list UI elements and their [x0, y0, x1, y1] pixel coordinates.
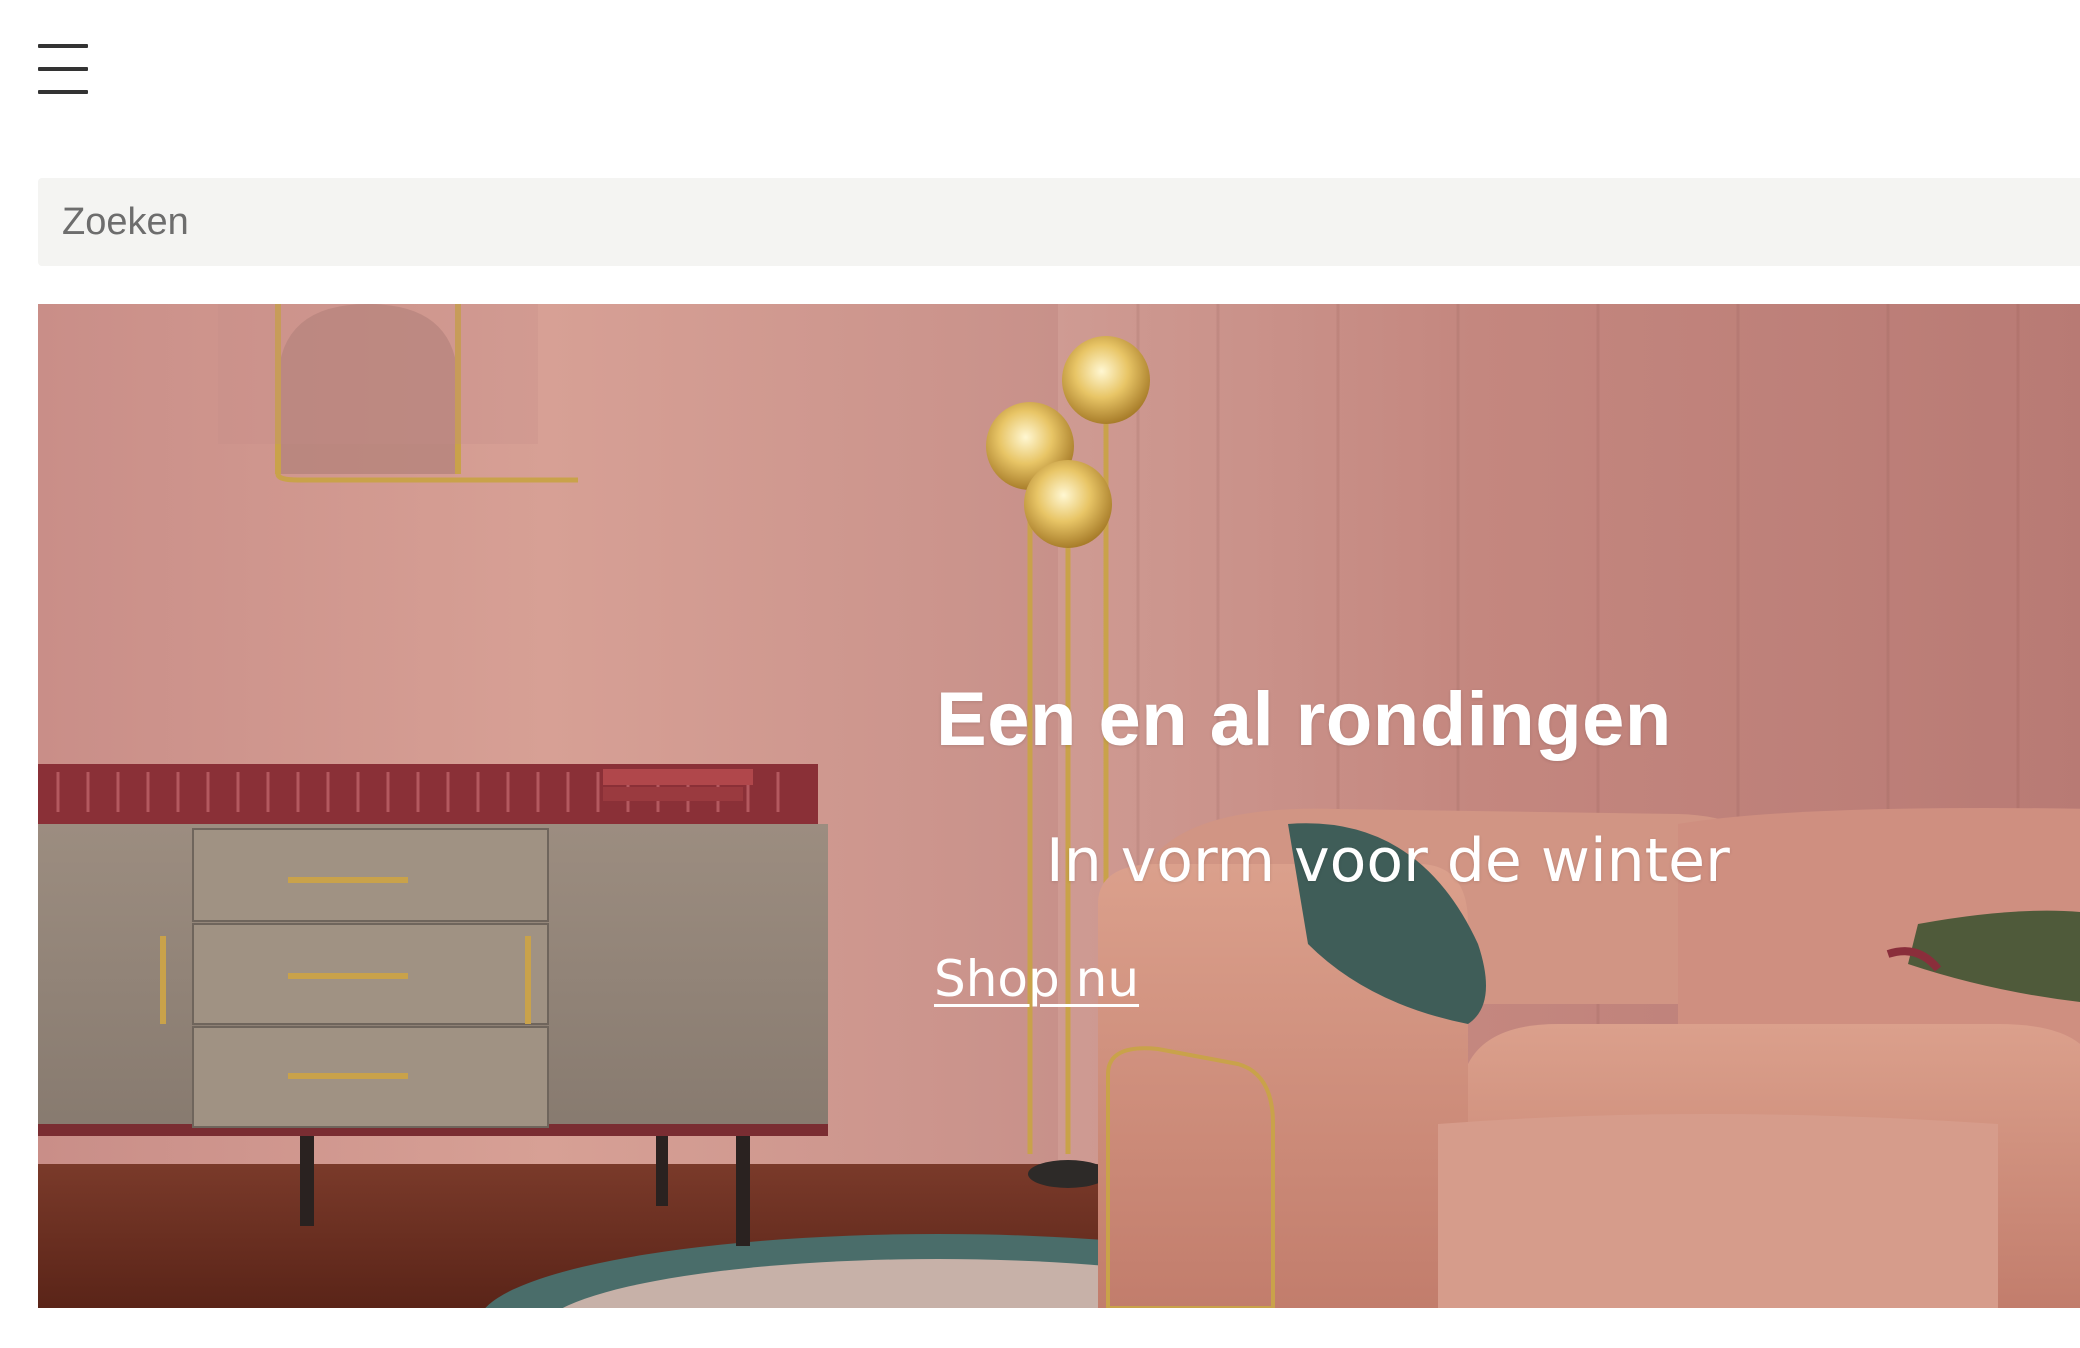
menu-bar [38, 67, 88, 71]
search-input[interactable] [38, 178, 2038, 266]
menu-bar [38, 44, 88, 48]
hero-image [38, 304, 2080, 1308]
hamburger-menu-icon[interactable] [36, 40, 90, 98]
page: Een en al rondingen In vorm voor de wint… [0, 0, 2080, 1348]
search-bar [38, 178, 2080, 266]
hero-banner[interactable]: Een en al rondingen In vorm voor de wint… [38, 304, 2080, 1308]
shop-now-link[interactable]: Shop nu [934, 950, 1139, 1008]
hero-subtitle: In vorm voor de winter [1046, 826, 1730, 896]
menu-bar [38, 90, 88, 94]
hero-title: Een en al rondingen [936, 677, 1672, 762]
